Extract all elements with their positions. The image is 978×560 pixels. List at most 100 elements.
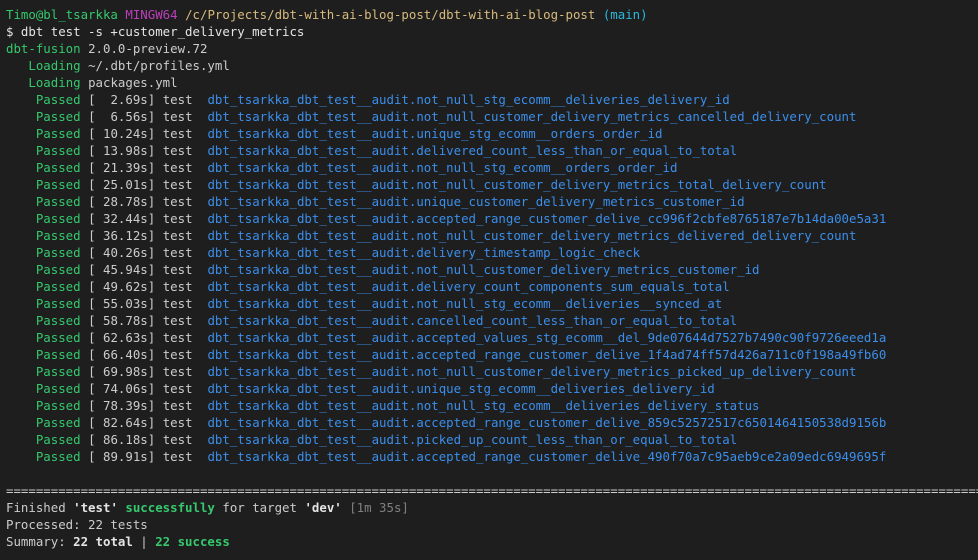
test-result-row: Passed [ 45.94s] test dbt_tsarkka_dbt_te… <box>6 261 978 278</box>
test-result-row: Passed [ 82.64s] test dbt_tsarkka_dbt_te… <box>6 414 978 431</box>
result-status: Passed <box>35 109 81 124</box>
result-time: [ 45.94s] <box>88 262 156 277</box>
result-kind: test <box>162 194 193 209</box>
summary-total: 22 total <box>73 534 133 549</box>
result-status: Passed <box>35 364 81 379</box>
result-test-name: accepted_range_customer_delive_1f4ad74ff… <box>416 347 887 362</box>
test-result-row: Passed [ 21.39s] test dbt_tsarkka_dbt_te… <box>6 159 978 176</box>
result-time: [ 69.98s] <box>88 364 156 379</box>
result-kind: test <box>162 398 193 413</box>
test-result-row: Passed [ 62.63s] test dbt_tsarkka_dbt_te… <box>6 329 978 346</box>
result-test-name: unique_stg_ecomm__deliveries_delivery_id <box>416 381 715 396</box>
result-test-name: unique_stg_ecomm__orders_order_id <box>416 126 663 141</box>
result-status: Passed <box>35 160 81 175</box>
result-time: [ 89.91s] <box>88 449 156 464</box>
result-schema: dbt_tsarkka_dbt_test__audit <box>207 432 409 447</box>
prompt-path: /c/Projects/dbt-with-ai-blog-post/dbt-wi… <box>185 7 596 22</box>
result-time: [ 58.78s] <box>88 313 156 328</box>
result-status: Passed <box>35 143 81 158</box>
result-status: Passed <box>35 228 81 243</box>
finished-prefix: Finished <box>6 500 74 515</box>
test-result-row: Passed [ 36.12s] test dbt_tsarkka_dbt_te… <box>6 227 978 244</box>
result-kind: test <box>162 279 193 294</box>
test-result-row: Passed [ 66.40s] test dbt_tsarkka_dbt_te… <box>6 346 978 363</box>
test-result-row: Passed [ 25.01s] test dbt_tsarkka_dbt_te… <box>6 176 978 193</box>
result-test-name: not_null_customer_delivery_metrics_custo… <box>416 262 760 277</box>
finished-target: 'dev' <box>304 500 342 515</box>
result-test-name: not_null_customer_delivery_metrics_total… <box>416 177 827 192</box>
finished-status: successfully <box>125 500 215 515</box>
summary-separator: | <box>132 534 156 549</box>
result-schema: dbt_tsarkka_dbt_test__audit <box>207 245 409 260</box>
result-status: Passed <box>35 398 81 413</box>
loading-line: Loading ~/.dbt/profiles.yml <box>6 57 978 74</box>
test-result-row: Passed [ 55.03s] test dbt_tsarkka_dbt_te… <box>6 295 978 312</box>
result-kind: test <box>162 330 193 345</box>
prompt-user-host: Timo@bl_tsarkka <box>6 7 118 22</box>
terminal-window[interactable]: Timo@bl_tsarkka MINGW64 /c/Projects/dbt-… <box>0 0 978 560</box>
result-time: [ 78.39s] <box>88 398 156 413</box>
result-kind: test <box>162 347 193 362</box>
result-kind: test <box>162 92 193 107</box>
result-time: [ 36.12s] <box>88 228 156 243</box>
result-test-name: accepted_range_customer_delive_859c52572… <box>416 415 887 430</box>
result-kind: test <box>162 228 193 243</box>
result-schema: dbt_tsarkka_dbt_test__audit <box>207 347 409 362</box>
result-kind: test <box>162 381 193 396</box>
result-time: [ 13.98s] <box>88 143 156 158</box>
summary-divider: ========================================… <box>6 483 978 498</box>
processed-line: Processed: 22 tests <box>6 517 148 532</box>
result-kind: test <box>162 211 193 226</box>
result-schema: dbt_tsarkka_dbt_test__audit <box>207 143 409 158</box>
result-test-name: accepted_range_customer_delive_490f70a7c… <box>416 449 887 464</box>
result-kind: test <box>162 364 193 379</box>
loading-value: ~/.dbt/profiles.yml <box>88 58 230 73</box>
result-time: [ 86.18s] <box>88 432 156 447</box>
test-result-row: Passed [ 89.91s] test dbt_tsarkka_dbt_te… <box>6 448 978 465</box>
result-status: Passed <box>35 381 81 396</box>
result-status: Passed <box>35 449 81 464</box>
result-schema: dbt_tsarkka_dbt_test__audit <box>207 415 409 430</box>
result-schema: dbt_tsarkka_dbt_test__audit <box>207 211 409 226</box>
result-schema: dbt_tsarkka_dbt_test__audit <box>207 449 409 464</box>
finished-duration: [1m 35s] <box>349 500 409 515</box>
result-status: Passed <box>35 211 81 226</box>
result-status: Passed <box>35 92 81 107</box>
result-schema: dbt_tsarkka_dbt_test__audit <box>207 109 409 124</box>
test-result-row: Passed [ 28.78s] test dbt_tsarkka_dbt_te… <box>6 193 978 210</box>
test-result-row: Passed [ 10.24s] test dbt_tsarkka_dbt_te… <box>6 125 978 142</box>
test-result-row: Passed [ 6.56s] test dbt_tsarkka_dbt_tes… <box>6 108 978 125</box>
result-status: Passed <box>35 126 81 141</box>
result-test-name: not_null_stg_ecomm__deliveries__synced_a… <box>416 296 723 311</box>
result-time: [ 40.26s] <box>88 245 156 260</box>
test-result-row: Passed [ 74.06s] test dbt_tsarkka_dbt_te… <box>6 380 978 397</box>
result-time: [ 21.39s] <box>88 160 156 175</box>
summary-label: Summary: <box>6 534 74 549</box>
finished-line: Finished 'test' successfully for target … <box>6 499 978 516</box>
test-result-row: Passed [ 32.44s] test dbt_tsarkka_dbt_te… <box>6 210 978 227</box>
result-status: Passed <box>35 313 81 328</box>
test-result-row: Passed [ 69.98s] test dbt_tsarkka_dbt_te… <box>6 363 978 380</box>
result-schema: dbt_tsarkka_dbt_test__audit <box>207 262 409 277</box>
prompt-branch: (main) <box>602 7 648 22</box>
summary-line: Summary: 22 total | 22 success <box>6 533 978 550</box>
result-test-name: delivery_count_components_sum_equals_tot… <box>416 279 730 294</box>
result-kind: test <box>162 262 193 277</box>
loading-line: Loading packages.yml <box>6 74 978 91</box>
result-test-name: accepted_range_customer_delive_cc996f2cb… <box>416 211 887 226</box>
version-line: dbt-fusion 2.0.0-preview.72 <box>6 40 978 57</box>
result-test-name: not_null_stg_ecomm__deliveries_delivery_… <box>416 398 760 413</box>
product-version: 2.0.0-preview.72 <box>88 41 208 56</box>
result-test-name: unique_customer_delivery_metrics_custome… <box>416 194 745 209</box>
result-time: [ 49.62s] <box>88 279 156 294</box>
result-schema: dbt_tsarkka_dbt_test__audit <box>207 330 409 345</box>
result-status: Passed <box>35 177 81 192</box>
result-test-name: not_null_customer_delivery_metrics_picke… <box>416 364 857 379</box>
result-time: [ 10.24s] <box>88 126 156 141</box>
result-status: Passed <box>35 432 81 447</box>
summary-success: 22 success <box>155 534 230 549</box>
result-status: Passed <box>35 194 81 209</box>
result-time: [ 74.06s] <box>88 381 156 396</box>
result-kind: test <box>162 177 193 192</box>
result-schema: dbt_tsarkka_dbt_test__audit <box>207 381 409 396</box>
